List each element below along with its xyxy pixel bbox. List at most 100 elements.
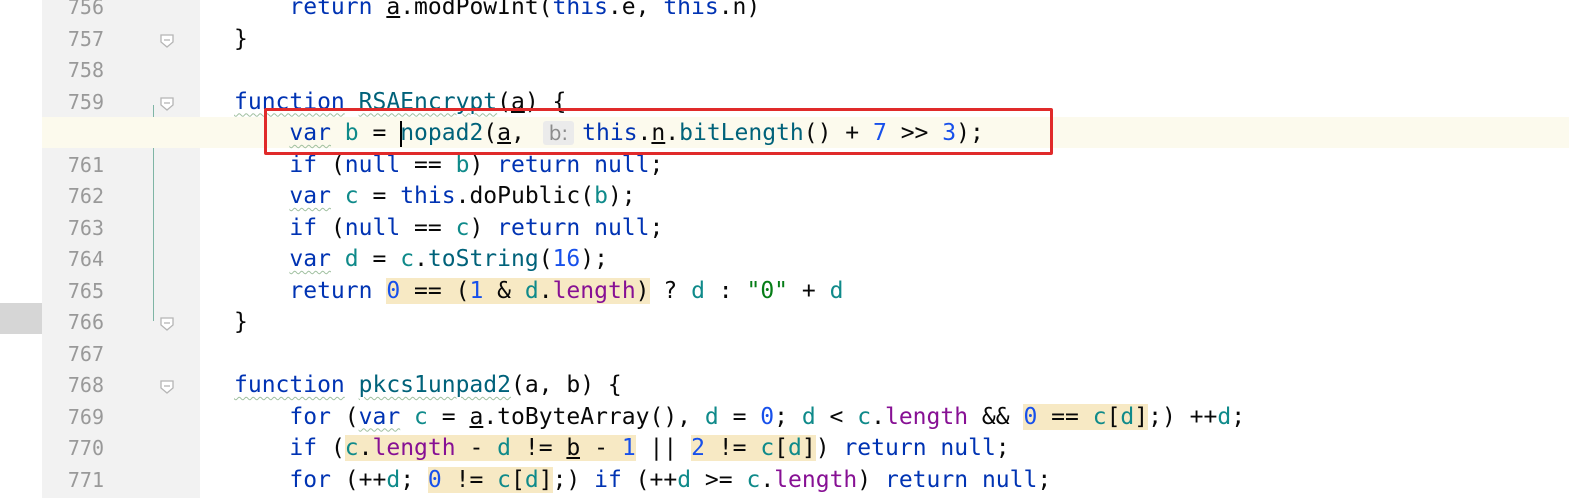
fold-toggle-icon[interactable] bbox=[158, 377, 176, 395]
code-line[interactable]: for (++d; 0 != c[d];) if (++d >= c.lengt… bbox=[200, 465, 1569, 497]
code-token: ) bbox=[469, 214, 498, 241]
code-token: c bbox=[857, 403, 872, 430]
code-token: "0" bbox=[746, 277, 789, 304]
code-token: pkcs1unpad2 bbox=[358, 372, 511, 398]
code-token: c bbox=[344, 183, 359, 209]
code-token: a bbox=[386, 0, 401, 20]
code-token: . bbox=[414, 246, 428, 272]
code-token: 0 bbox=[760, 403, 775, 430]
code-editor[interactable]: 7567577587597607617627637647657667677687… bbox=[0, 0, 1569, 498]
code-token: 0 bbox=[1023, 403, 1038, 430]
code-token: ] bbox=[801, 435, 816, 461]
code-token: ( bbox=[330, 403, 359, 430]
code-token: null bbox=[594, 214, 650, 241]
code-token: return bbox=[497, 151, 581, 178]
code-token: ; bbox=[1037, 466, 1052, 493]
code-token: ; bbox=[995, 435, 1010, 461]
code-token: == bbox=[400, 151, 456, 178]
fold-toggle-icon[interactable] bbox=[158, 31, 176, 49]
code-token: return bbox=[843, 435, 927, 461]
code-token: ); bbox=[580, 246, 608, 272]
code-token: } bbox=[234, 309, 248, 335]
code-line[interactable]: return a.modPowInt(this.e, this.n) bbox=[200, 0, 1569, 24]
code-token: d bbox=[1120, 403, 1135, 430]
code-line[interactable]: return 0 == (1 & d.length) ? d : "0" + d bbox=[200, 276, 1569, 308]
code-token: == bbox=[400, 214, 456, 241]
code-token: . bbox=[871, 403, 885, 430]
code-token: ; bbox=[400, 466, 428, 493]
code-token: 1 bbox=[469, 277, 484, 304]
code-token: length bbox=[372, 435, 456, 461]
code-token: = bbox=[427, 403, 470, 430]
gutter-left-bar bbox=[0, 0, 42, 498]
code-line[interactable] bbox=[200, 339, 1569, 371]
code-token: - bbox=[580, 435, 622, 461]
code-token: null bbox=[344, 214, 401, 241]
code-token: d bbox=[829, 277, 844, 304]
code-token: c bbox=[344, 435, 359, 461]
code-token: ; bbox=[774, 403, 802, 430]
code-token: this bbox=[400, 183, 456, 209]
code-token: & bbox=[483, 277, 525, 304]
code-token: ;) bbox=[552, 466, 595, 493]
code-line[interactable]: var c = this.doPublic(b); bbox=[200, 181, 1569, 213]
line-number: 761 bbox=[67, 152, 104, 177]
line-number: 769 bbox=[67, 404, 104, 429]
code-token: b bbox=[455, 151, 470, 178]
code-token: . bbox=[760, 466, 775, 493]
code-token: c bbox=[760, 435, 775, 461]
code-token: length bbox=[552, 277, 636, 304]
code-token: if bbox=[289, 214, 318, 241]
code-token: [ bbox=[1106, 403, 1121, 430]
code-token: ? bbox=[649, 277, 692, 304]
code-token: length bbox=[884, 403, 969, 430]
code-line[interactable]: if (c.length - d != b - 1 || 2 != c[d]) … bbox=[200, 433, 1569, 465]
fold-toggle-icon[interactable] bbox=[158, 314, 176, 332]
code-line[interactable]: function pkcs1unpad2(a, b) { bbox=[200, 370, 1569, 402]
code-token: .doPublic( bbox=[455, 183, 595, 209]
code-token: c bbox=[1092, 403, 1107, 430]
code-token: this bbox=[552, 0, 608, 20]
code-token: .modPowInt( bbox=[400, 0, 553, 20]
code-token: var bbox=[358, 403, 401, 430]
line-number: 757 bbox=[67, 26, 104, 51]
code-line[interactable]: if (null == c) return null; bbox=[200, 213, 1569, 245]
code-token: c bbox=[455, 214, 470, 241]
fold-toggle-icon[interactable] bbox=[158, 94, 176, 112]
code-token: ) bbox=[469, 151, 498, 178]
code-token: toString bbox=[427, 246, 539, 272]
code-token: 0 bbox=[427, 466, 442, 493]
code-token: c bbox=[400, 246, 415, 272]
code-line[interactable]: var d = c.toString(16); bbox=[200, 244, 1569, 276]
code-line[interactable]: for (var c = a.toByteArray(), d = 0; d <… bbox=[200, 402, 1569, 434]
code-token: d bbox=[524, 466, 539, 493]
code-token: for bbox=[289, 403, 331, 430]
code-line[interactable] bbox=[200, 55, 1569, 87]
line-number: 759 bbox=[67, 89, 104, 114]
code-token: .e, bbox=[607, 0, 664, 20]
code-token: 16 bbox=[552, 246, 581, 272]
code-token: (++ bbox=[330, 466, 387, 493]
code-token: ] bbox=[1134, 403, 1149, 430]
code-token: .n) bbox=[718, 0, 761, 20]
code-line[interactable]: } bbox=[200, 307, 1569, 339]
code-token: return bbox=[289, 0, 373, 20]
code-token: ;) ++ bbox=[1148, 403, 1218, 430]
code-token: < bbox=[815, 403, 858, 430]
code-token: ( bbox=[538, 246, 553, 272]
code-token: ( bbox=[317, 435, 345, 461]
code-line[interactable]: } bbox=[200, 24, 1569, 56]
code-token: a bbox=[469, 403, 484, 430]
code-token: return bbox=[289, 277, 373, 304]
